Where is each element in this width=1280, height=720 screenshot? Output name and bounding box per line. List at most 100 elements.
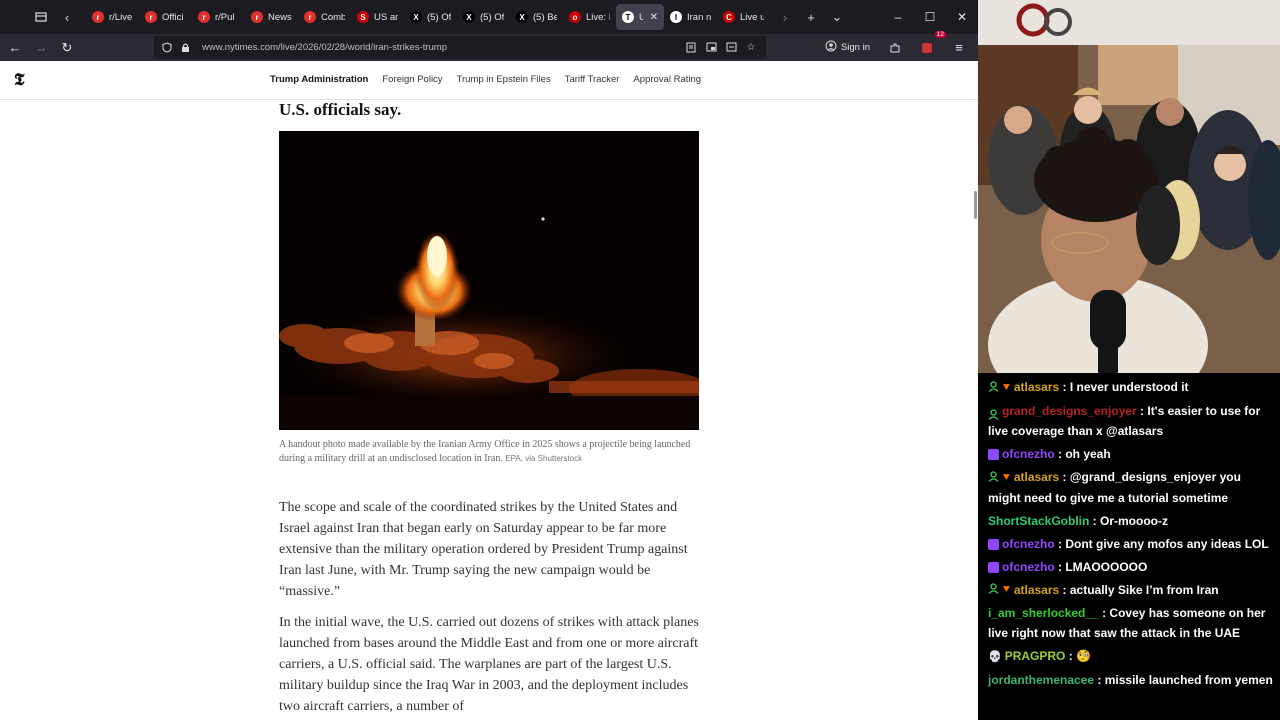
chat-message: ⯆ atlasars : actually Sike I’m from Iran: [988, 580, 1274, 601]
tab-title: r/Pul: [215, 11, 235, 23]
chat-username[interactable]: ofcnezho: [1002, 537, 1055, 551]
scroll-tabs-right-icon[interactable]: ›: [772, 4, 798, 30]
tab-favicon-icon: r: [251, 11, 263, 23]
user-badge-icon: [988, 580, 999, 595]
maximize-icon[interactable]: ☐: [914, 0, 946, 34]
tab-title: Live: I: [586, 11, 610, 23]
chat-message: jordanthemenacee : missile launched from…: [988, 670, 1274, 690]
close-tab-icon[interactable]: ✕: [650, 12, 658, 23]
nav-link-foreign-policy[interactable]: Foreign Policy: [382, 74, 442, 85]
chat-text: I never understood it: [1069, 380, 1189, 394]
scroll-tabs-left-icon[interactable]: ‹: [54, 4, 80, 30]
chat-badges: [988, 538, 999, 550]
navigation-toolbar: ← → ↻ www.nytimes.com/live/2026/02/28/wo…: [0, 30, 978, 61]
headline-fragment: U.S. officials say.: [279, 100, 402, 119]
chat-text: 🧐: [1076, 649, 1092, 664]
browser-tab[interactable]: r r/Live: [86, 4, 139, 30]
chat-text: actually Sike I’m from Iran: [1069, 582, 1219, 597]
back-icon[interactable]: ←: [2, 36, 28, 60]
streamer-badge-icon: ⯆: [1002, 381, 1011, 394]
chat-username[interactable]: ofcnezho: [1002, 447, 1055, 461]
browser-tab[interactable]: r Offici: [139, 4, 192, 30]
nav-link-tariff-tracker[interactable]: Tariff Tracker: [565, 74, 620, 85]
address-bar[interactable]: www.nytimes.com/live/2026/02/28/world/ir…: [154, 36, 766, 59]
chat-badges: ⯆: [988, 468, 1011, 488]
chat-message: ofcnezho : oh yeah: [988, 444, 1274, 464]
page-scrollbar[interactable]: [974, 191, 977, 219]
tab-title: r/Live: [109, 11, 133, 23]
minimize-icon[interactable]: –: [882, 0, 914, 34]
reload-icon[interactable]: ↻: [54, 36, 80, 60]
browser-tab[interactable]: o Live: I: [563, 4, 616, 30]
chat-username[interactable]: atlasars: [1014, 583, 1059, 597]
nyt-logo-icon[interactable]: 𝕿: [14, 71, 30, 89]
article-paragraph-2: In the initial wave, the U.S. carried ou…: [279, 615, 699, 714]
chat-separator: :: [1098, 606, 1110, 621]
chat-message: i_am_sherlocked__ : Covey has someone on…: [988, 603, 1274, 643]
browser-tab[interactable]: C Live u: [717, 4, 770, 30]
tab-favicon-icon: X: [463, 11, 475, 23]
shield-icon[interactable]: [158, 39, 176, 57]
tab-favicon-icon: C: [723, 11, 735, 23]
browser-tab[interactable]: T U.S ✕: [616, 4, 664, 30]
addon-icon[interactable]: 12: [914, 30, 946, 60]
nav-link-epstein-files[interactable]: Trump in Epstein Files: [457, 74, 551, 85]
web-page: 𝕿 Trump Administration Foreign Policy Tr…: [0, 61, 978, 720]
tab-bar: ‹ r r/Live r Offici r r/Pul r News r Comb S US an X(…: [0, 0, 978, 34]
browser-window: ‹ r r/Live r Offici r r/Pul r News r Comb S US an X(…: [0, 0, 978, 720]
tab-groups-icon[interactable]: [28, 4, 54, 30]
chat-separator: :: [1136, 403, 1148, 418]
menu-icon[interactable]: ≡: [946, 36, 972, 60]
window-controls: – ☐ ✕: [882, 0, 978, 34]
tab-favicon-icon: I: [670, 11, 682, 23]
chat-username[interactable]: ShortStackGoblin: [988, 514, 1089, 528]
article-photo: [279, 131, 699, 430]
tab-title: U.S: [639, 11, 643, 23]
nav-links: Trump Administration Foreign Policy Trum…: [270, 74, 701, 85]
chat-username[interactable]: i_am_sherlocked__: [988, 606, 1099, 620]
nav-link-approval-rating[interactable]: Approval Rating: [633, 74, 701, 85]
user-badge-icon: [988, 406, 999, 421]
list-all-tabs-icon[interactable]: ⌄: [824, 4, 850, 30]
sign-in-button[interactable]: Sign in: [819, 40, 876, 55]
chat-message: grand_designs_enjoyer : It's easier to u…: [988, 401, 1274, 441]
chat-username[interactable]: ofcnezho: [1002, 560, 1055, 574]
chat-separator: :: [1059, 380, 1070, 394]
extensions-icon[interactable]: [882, 36, 908, 60]
sub-badge-icon: [988, 449, 999, 461]
streamer-badge-icon: ⯆: [1002, 471, 1011, 484]
account-icon: [825, 40, 837, 55]
browser-tab[interactable]: r Comb: [298, 4, 351, 30]
chat-separator: :: [1065, 649, 1077, 664]
bookmark-star-icon[interactable]: ☆: [742, 38, 760, 56]
reader-view-icon[interactable]: [682, 38, 700, 56]
browser-tab[interactable]: X (5) Be: [510, 4, 563, 30]
browser-tab[interactable]: r News: [245, 4, 298, 30]
chat-badges: [988, 449, 999, 461]
forward-icon[interactable]: →: [28, 36, 54, 60]
chat-username[interactable]: jordanthemenacee: [988, 673, 1094, 687]
browser-tab[interactable]: I Iran n: [664, 4, 717, 30]
chat-username[interactable]: atlasars: [1014, 380, 1059, 394]
screenshot-icon[interactable]: [722, 38, 740, 56]
nav-link-trump-administration[interactable]: Trump Administration: [270, 74, 368, 85]
chat-username[interactable]: atlasars: [1014, 470, 1059, 484]
picture-in-picture-icon[interactable]: [702, 38, 720, 56]
chat-badges: [988, 406, 999, 421]
browser-tab[interactable]: S US an: [351, 4, 404, 30]
chat-username[interactable]: grand_designs_enjoyer: [1002, 404, 1137, 418]
close-window-icon[interactable]: ✕: [946, 0, 978, 34]
browser-tab[interactable]: X (5) Of: [404, 4, 457, 30]
browser-tab[interactable]: r r/Pul: [192, 4, 245, 30]
new-tab-icon[interactable]: +: [798, 4, 824, 30]
browser-tab[interactable]: X (5) Of: [457, 4, 510, 30]
chat-badges: ⯆: [988, 580, 1011, 600]
tab-title: News: [268, 11, 292, 23]
chat-badges: 💀: [988, 647, 1002, 667]
chat-message: 💀 PRAGPRO : 🧐: [988, 646, 1274, 667]
chat-username[interactable]: PRAGPRO: [1005, 649, 1066, 663]
lock-icon[interactable]: [176, 39, 194, 57]
url-text: www.nytimes.com/live/2026/02/28/world/ir…: [202, 42, 447, 53]
user-badge-icon: [988, 468, 999, 482]
tab-favicon-icon: T: [622, 11, 634, 23]
